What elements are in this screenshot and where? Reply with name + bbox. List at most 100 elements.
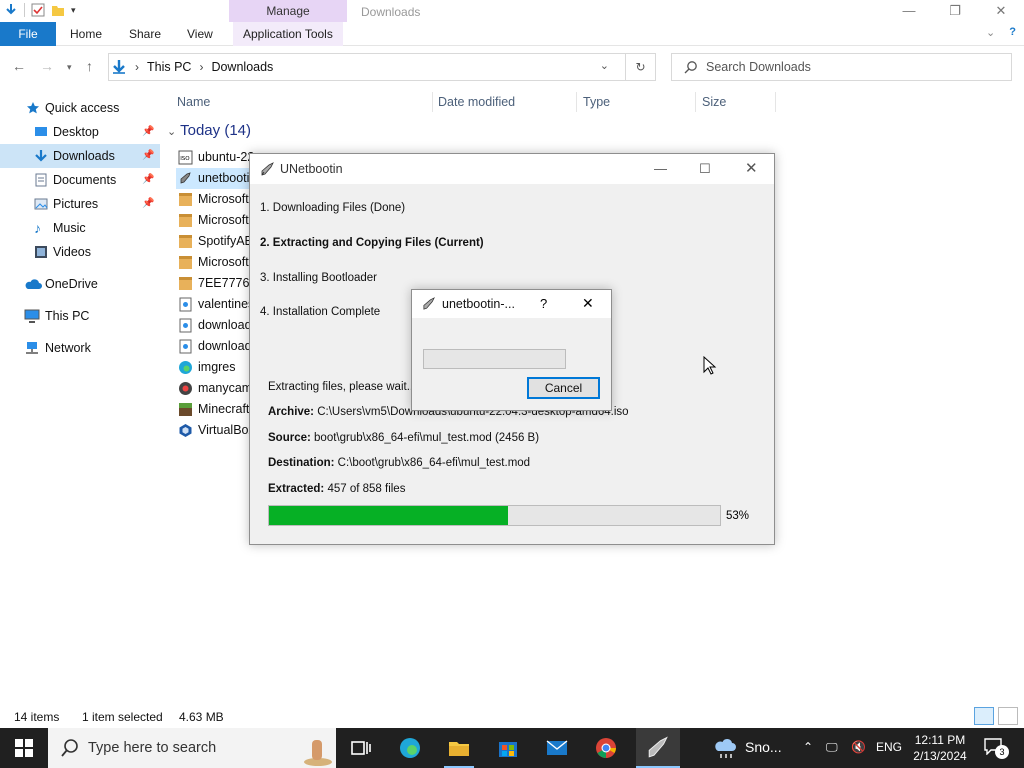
tab-view[interactable]: View [187, 22, 213, 46]
volume-muted-icon[interactable]: 🔇 [851, 740, 866, 754]
forward-arrow-icon[interactable]: → [40, 58, 54, 74]
unetbootin-taskbar-button[interactable] [636, 728, 680, 768]
close-icon[interactable]: ✕ [978, 0, 1024, 22]
list-item[interactable]: ISO ubuntu-22 [176, 147, 256, 168]
dialog-titlebar[interactable]: unetbootin-... ? ✕ [412, 290, 611, 318]
tab-share[interactable]: Share [129, 22, 161, 46]
column-divider[interactable] [576, 92, 577, 112]
list-item[interactable]: Microsoft [176, 210, 256, 231]
edge-browser-icon[interactable] [398, 736, 422, 760]
nav-onedrive[interactable]: OneDrive [0, 272, 160, 296]
system-clock[interactable]: 12:11 PM 2/13/2024 [904, 732, 976, 764]
breadcrumb-downloads[interactable]: Downloads [211, 60, 273, 74]
close-icon[interactable]: ✕ [745, 159, 758, 177]
list-item[interactable]: manycam [176, 378, 256, 399]
nav-desktop[interactable]: Desktop 📌 [0, 120, 160, 144]
rocket-icon [180, 172, 191, 184]
navigation-pane: Quick access Desktop 📌 Downloads 📌 Docum… [0, 96, 160, 360]
restore-icon[interactable]: ❐ [932, 0, 978, 22]
list-item[interactable]: unetbootin [176, 168, 256, 189]
list-item[interactable]: 7EE7776C [176, 273, 256, 294]
address-history-chevron-icon[interactable]: ⌄ [600, 59, 609, 72]
download-arrow-icon[interactable] [4, 3, 18, 17]
weather-text[interactable]: Sno... [745, 739, 782, 755]
list-item[interactable]: VirtualBox [176, 420, 256, 441]
language-indicator[interactable]: ENG [876, 740, 902, 754]
pin-icon[interactable]: 📌 [142, 192, 154, 216]
list-item[interactable]: download [176, 315, 256, 336]
back-arrow-icon[interactable]: ← [12, 58, 26, 74]
mail-icon[interactable] [545, 736, 569, 760]
breadcrumb-this-pc[interactable]: This PC [147, 60, 191, 74]
nav-videos[interactable]: Videos [0, 240, 160, 264]
column-header-size[interactable]: Size [702, 90, 726, 114]
file-name: VirtualBox [198, 423, 255, 437]
address-bar[interactable]: › This PC › Downloads ⌄ ↻ [108, 53, 656, 81]
maximize-icon[interactable]: ☐ [699, 161, 711, 177]
nav-music[interactable]: ♪ Music [0, 216, 160, 240]
tab-manage[interactable]: Manage [229, 0, 347, 22]
recent-locations-chevron-icon[interactable]: ▾ [67, 62, 72, 73]
nav-documents[interactable]: Documents 📌 [0, 168, 160, 192]
close-icon[interactable]: ✕ [582, 295, 594, 312]
expand-ribbon-chevron-icon[interactable]: ⌄ [986, 26, 995, 39]
column-divider[interactable] [695, 92, 696, 112]
column-divider[interactable] [775, 92, 776, 112]
desktop-icon [35, 127, 47, 136]
nav-downloads[interactable]: Downloads 📌 [0, 144, 160, 168]
file-explorer-icon[interactable] [447, 736, 471, 760]
show-hidden-icons-chevron-icon[interactable]: ⌃ [803, 740, 813, 754]
list-item[interactable]: Microsoft [176, 189, 256, 210]
column-header-type[interactable]: Type [583, 90, 610, 114]
nav-quick-access[interactable]: Quick access [0, 96, 160, 120]
iso-file-icon: ISO [178, 150, 193, 165]
task-view-icon[interactable] [349, 736, 373, 760]
new-folder-icon[interactable] [51, 3, 65, 17]
nav-network[interactable]: Network [0, 336, 160, 360]
minimize-icon[interactable]: — [886, 0, 932, 22]
tab-application-tools[interactable]: Application Tools [233, 22, 343, 46]
list-item[interactable]: Microsoft [176, 252, 256, 273]
store-icon[interactable] [496, 736, 520, 760]
large-icons-view-icon[interactable] [998, 707, 1018, 725]
breadcrumb-separator-icon[interactable]: › [135, 60, 139, 74]
weather-snow-icon[interactable] [712, 736, 740, 760]
search-input[interactable] [706, 60, 1006, 74]
tab-file[interactable]: File [0, 22, 56, 46]
collapse-chevron-icon[interactable]: ⌄ [167, 126, 176, 138]
list-item[interactable]: Minecraft [176, 399, 256, 420]
details-view-icon[interactable] [974, 707, 994, 725]
up-arrow-icon[interactable]: ↑ [86, 58, 93, 74]
column-divider[interactable] [432, 92, 433, 112]
breadcrumb-separator-icon[interactable]: › [199, 60, 203, 74]
dialog-progress-bar [423, 349, 566, 369]
list-item[interactable]: download [176, 336, 256, 357]
group-label: Today (14) [180, 122, 251, 139]
chrome-icon[interactable] [594, 736, 618, 760]
column-header-date-modified[interactable]: Date modified [438, 90, 515, 114]
minimize-icon[interactable]: — [654, 161, 667, 176]
column-header-name[interactable]: Name [177, 90, 210, 114]
pin-icon[interactable]: 📌 [142, 168, 154, 192]
help-icon[interactable]: ? [540, 296, 547, 311]
list-item[interactable]: imgres [176, 357, 256, 378]
pin-icon[interactable]: 📌 [142, 120, 154, 144]
taskbar-search[interactable]: Type here to search [48, 728, 336, 768]
tab-home[interactable]: Home [70, 22, 102, 46]
network-tray-icon[interactable]: 🖵 [826, 740, 838, 755]
customize-toolbar-chevron-icon[interactable]: ▾ [71, 5, 76, 16]
nav-this-pc[interactable]: This PC [0, 304, 160, 328]
notification-center-icon[interactable]: 3 [983, 737, 1009, 759]
help-icon[interactable]: ? [1009, 26, 1016, 39]
start-button[interactable] [0, 728, 48, 768]
list-item[interactable]: SpotifyAB [176, 231, 256, 252]
nav-pictures[interactable]: Pictures 📌 [0, 192, 160, 216]
pin-icon[interactable]: 📌 [142, 144, 154, 168]
cancel-button[interactable]: Cancel [527, 377, 600, 399]
refresh-icon[interactable]: ↻ [625, 54, 655, 80]
group-header-today[interactable]: ⌄ Today (14) [167, 122, 251, 139]
properties-icon[interactable] [31, 3, 45, 17]
search-box[interactable] [671, 53, 1012, 81]
list-item[interactable]: valentines [176, 294, 256, 315]
unetbootin-titlebar[interactable]: UNetbootin — ☐ ✕ [250, 154, 774, 184]
